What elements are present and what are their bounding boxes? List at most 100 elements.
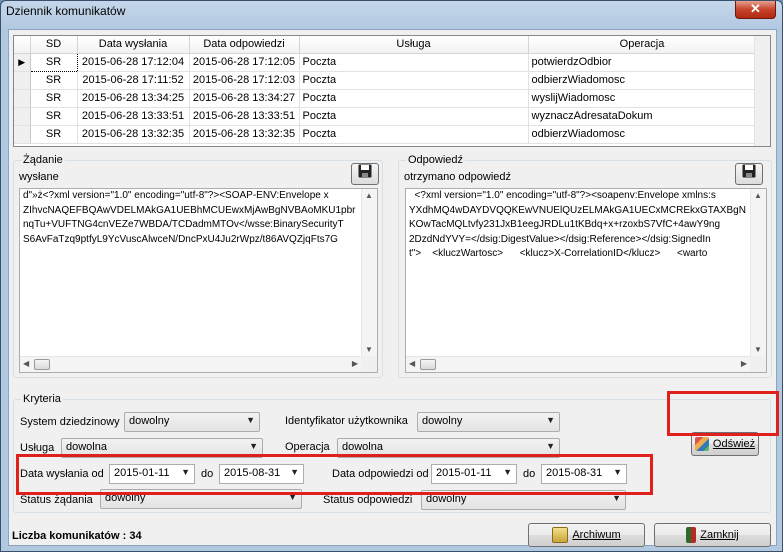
archive-icon [552, 527, 569, 544]
message-count: Liczba komunikatów : 34 [12, 530, 142, 542]
column-header-response-date[interactable]: Data odpowiedzi [189, 36, 300, 54]
scroll-left-arrow-icon[interactable]: ◀ [23, 359, 29, 368]
response-xml-textbox[interactable]: <?xml version="1.0" encoding="utf-8"?><s… [405, 188, 767, 373]
request-vertical-scrollbar[interactable]: ▲ ▼ [361, 189, 377, 356]
close-label: Zamknij [700, 529, 739, 541]
save-response-button[interactable] [735, 163, 763, 185]
response-vertical-scrollbar[interactable]: ▲ ▼ [750, 189, 766, 356]
chevron-down-icon: ▼ [546, 441, 555, 451]
table-row[interactable]: ▶ SR 2015-06-28 17:12:04 2015-06-28 17:1… [14, 52, 757, 72]
grid-header-row: SD Data wysłania Data odpowiedzi Usługa … [14, 36, 757, 54]
column-header-operation[interactable]: Operacja [528, 36, 757, 54]
response-group-label: Odpowiedź [406, 154, 466, 166]
scroll-up-arrow-icon[interactable]: ▲ [365, 191, 373, 200]
save-disk-icon [358, 164, 372, 181]
request-xml-textbox[interactable]: d"»ż<?xml version="1.0" encoding="utf-8"… [19, 188, 378, 373]
cell-response-date[interactable]: 2015-06-28 13:32:35 [189, 125, 300, 144]
response-xml-line: t"> <kluczWartosc> <klucz>X-CorrelationI… [409, 248, 708, 259]
chevron-down-icon: ▼ [249, 441, 258, 451]
column-header-sent-date[interactable]: Data wysłania [77, 36, 190, 54]
archive-label: Archiwum [572, 529, 621, 541]
scroll-down-arrow-icon[interactable]: ▼ [365, 345, 373, 354]
user-id-value: dowolny [422, 415, 463, 427]
response-horizontal-scrollbar[interactable]: ◀ ▶ [406, 356, 750, 372]
user-id-select[interactable]: dowolny ▼ [417, 412, 560, 432]
window-close-button[interactable]: ✕ [735, 1, 776, 19]
request-xml-line: S6AvFaTzq9ptfyL9YcVuscAlwceN/DncPxU4Ju2r… [23, 233, 338, 245]
response-status-filter-label: Status odpowiedzi [323, 494, 413, 506]
row-indicator [14, 125, 31, 144]
service-value: dowolna [66, 441, 107, 453]
request-status-filter-label: Status żądania [20, 494, 93, 506]
scroll-right-arrow-icon[interactable]: ▶ [352, 359, 358, 368]
close-button[interactable]: Zamknij [654, 523, 771, 547]
messages-grid[interactable]: SD Data wysłania Data odpowiedzi Usługa … [13, 35, 771, 147]
response-xml-line: <?xml version="1.0" encoding="utf-8"?><s… [409, 190, 716, 201]
scroll-down-arrow-icon[interactable]: ▼ [754, 345, 762, 354]
operation-label: Operacja [285, 441, 330, 453]
current-row-arrow-icon: ▶ [14, 53, 31, 72]
system-select[interactable]: dowolny ▼ [124, 412, 260, 432]
message-log-window: Dziennik komunikatów ✕ SD Data wysłania … [0, 0, 783, 552]
cell-operation[interactable]: odbierzWiadomosc [528, 125, 757, 144]
refresh-icon [694, 437, 709, 452]
exit-door-icon [686, 527, 697, 544]
request-horizontal-scrollbar[interactable]: ◀ ▶ [20, 356, 361, 372]
cell-operation[interactable]: odbierzWiadomosc [528, 71, 757, 90]
scroll-corner [361, 356, 377, 372]
table-row[interactable]: SR 2015-06-28 17:11:52 2015-06-28 17:12:… [14, 71, 757, 90]
table-row[interactable]: SR 2015-06-28 13:34:25 2015-06-28 13:34:… [14, 89, 757, 108]
response-group: Odpowiedź otrzymano odpowiedź <?xml vers… [398, 154, 772, 378]
cell-sent-date[interactable]: 2015-06-28 17:11:52 [77, 71, 190, 90]
row-indicator [14, 107, 31, 126]
cell-service[interactable]: Poczta [299, 89, 529, 108]
cell-sd[interactable]: SR [30, 89, 78, 108]
cell-sent-date[interactable]: 2015-06-28 13:32:35 [77, 125, 190, 144]
cell-response-date[interactable]: 2015-06-28 13:34:27 [189, 89, 300, 108]
scroll-right-arrow-icon[interactable]: ▶ [741, 359, 747, 368]
highlight-box-date-filters [16, 454, 653, 495]
column-header-sd[interactable]: SD [30, 36, 78, 54]
client-area: SD Data wysłania Data odpowiedzi Usługa … [8, 29, 779, 547]
cell-response-date[interactable]: 2015-06-28 17:12:05 [189, 53, 300, 72]
cell-operation[interactable]: wyznaczAdresataDokum [528, 107, 757, 126]
window-title: Dziennik komunikatów [6, 4, 126, 18]
request-group-label: Żądanie [21, 154, 65, 166]
scroll-up-arrow-icon[interactable]: ▲ [754, 191, 762, 200]
cell-service[interactable]: Poczta [299, 125, 529, 144]
cell-service[interactable]: Poczta [299, 71, 529, 90]
cell-sent-date[interactable]: 2015-06-28 13:33:51 [77, 107, 190, 126]
cell-sent-date[interactable]: 2015-06-28 17:12:04 [77, 53, 190, 72]
highlight-box-refresh [667, 391, 779, 436]
archive-button[interactable]: Archiwum [528, 523, 645, 547]
cell-sd[interactable]: SR [30, 107, 78, 126]
scroll-left-arrow-icon[interactable]: ◀ [409, 359, 415, 368]
cell-operation[interactable]: potwierdzOdbior [528, 53, 757, 72]
cell-service[interactable]: Poczta [299, 53, 529, 72]
service-label: Usługa [20, 442, 55, 454]
cell-sent-date[interactable]: 2015-06-28 13:34:25 [77, 89, 190, 108]
user-id-label: Identyfikator użytkownika [285, 415, 408, 427]
request-group: Żądanie wysłane d"»ż<?xml version="1.0" … [13, 154, 383, 378]
response-xml-line: KOwTacMQLtvfy231JxB1eegJRDLu1tKBdq+x+rzo… [409, 219, 721, 230]
cell-response-date[interactable]: 2015-06-28 17:12:03 [189, 71, 300, 90]
cell-response-date[interactable]: 2015-06-28 13:33:51 [189, 107, 300, 126]
scroll-thumb[interactable] [34, 359, 50, 370]
save-request-button[interactable] [351, 163, 379, 185]
cell-sd[interactable]: SR [30, 71, 78, 90]
operation-value: dowolna [342, 441, 383, 453]
cell-sd[interactable]: SR [30, 125, 78, 144]
system-label: System dziedzinowy [20, 416, 120, 428]
cell-sd[interactable]: SR [29, 52, 78, 72]
cell-service[interactable]: Poczta [299, 107, 529, 126]
table-row[interactable]: SR 2015-06-28 13:32:35 2015-06-28 13:32:… [14, 125, 757, 144]
request-status-label: wysłane [19, 171, 59, 183]
scroll-thumb[interactable] [420, 359, 436, 370]
system-value: dowolny [129, 415, 170, 427]
column-header-service[interactable]: Usługa [299, 36, 529, 54]
grid-vertical-scrollbar[interactable] [754, 36, 770, 146]
chevron-down-icon: ▼ [246, 415, 255, 425]
cell-operation[interactable]: wyslijWiadomosc [528, 89, 757, 108]
table-row[interactable]: SR 2015-06-28 13:33:51 2015-06-28 13:33:… [14, 107, 757, 126]
row-indicator [14, 71, 31, 90]
